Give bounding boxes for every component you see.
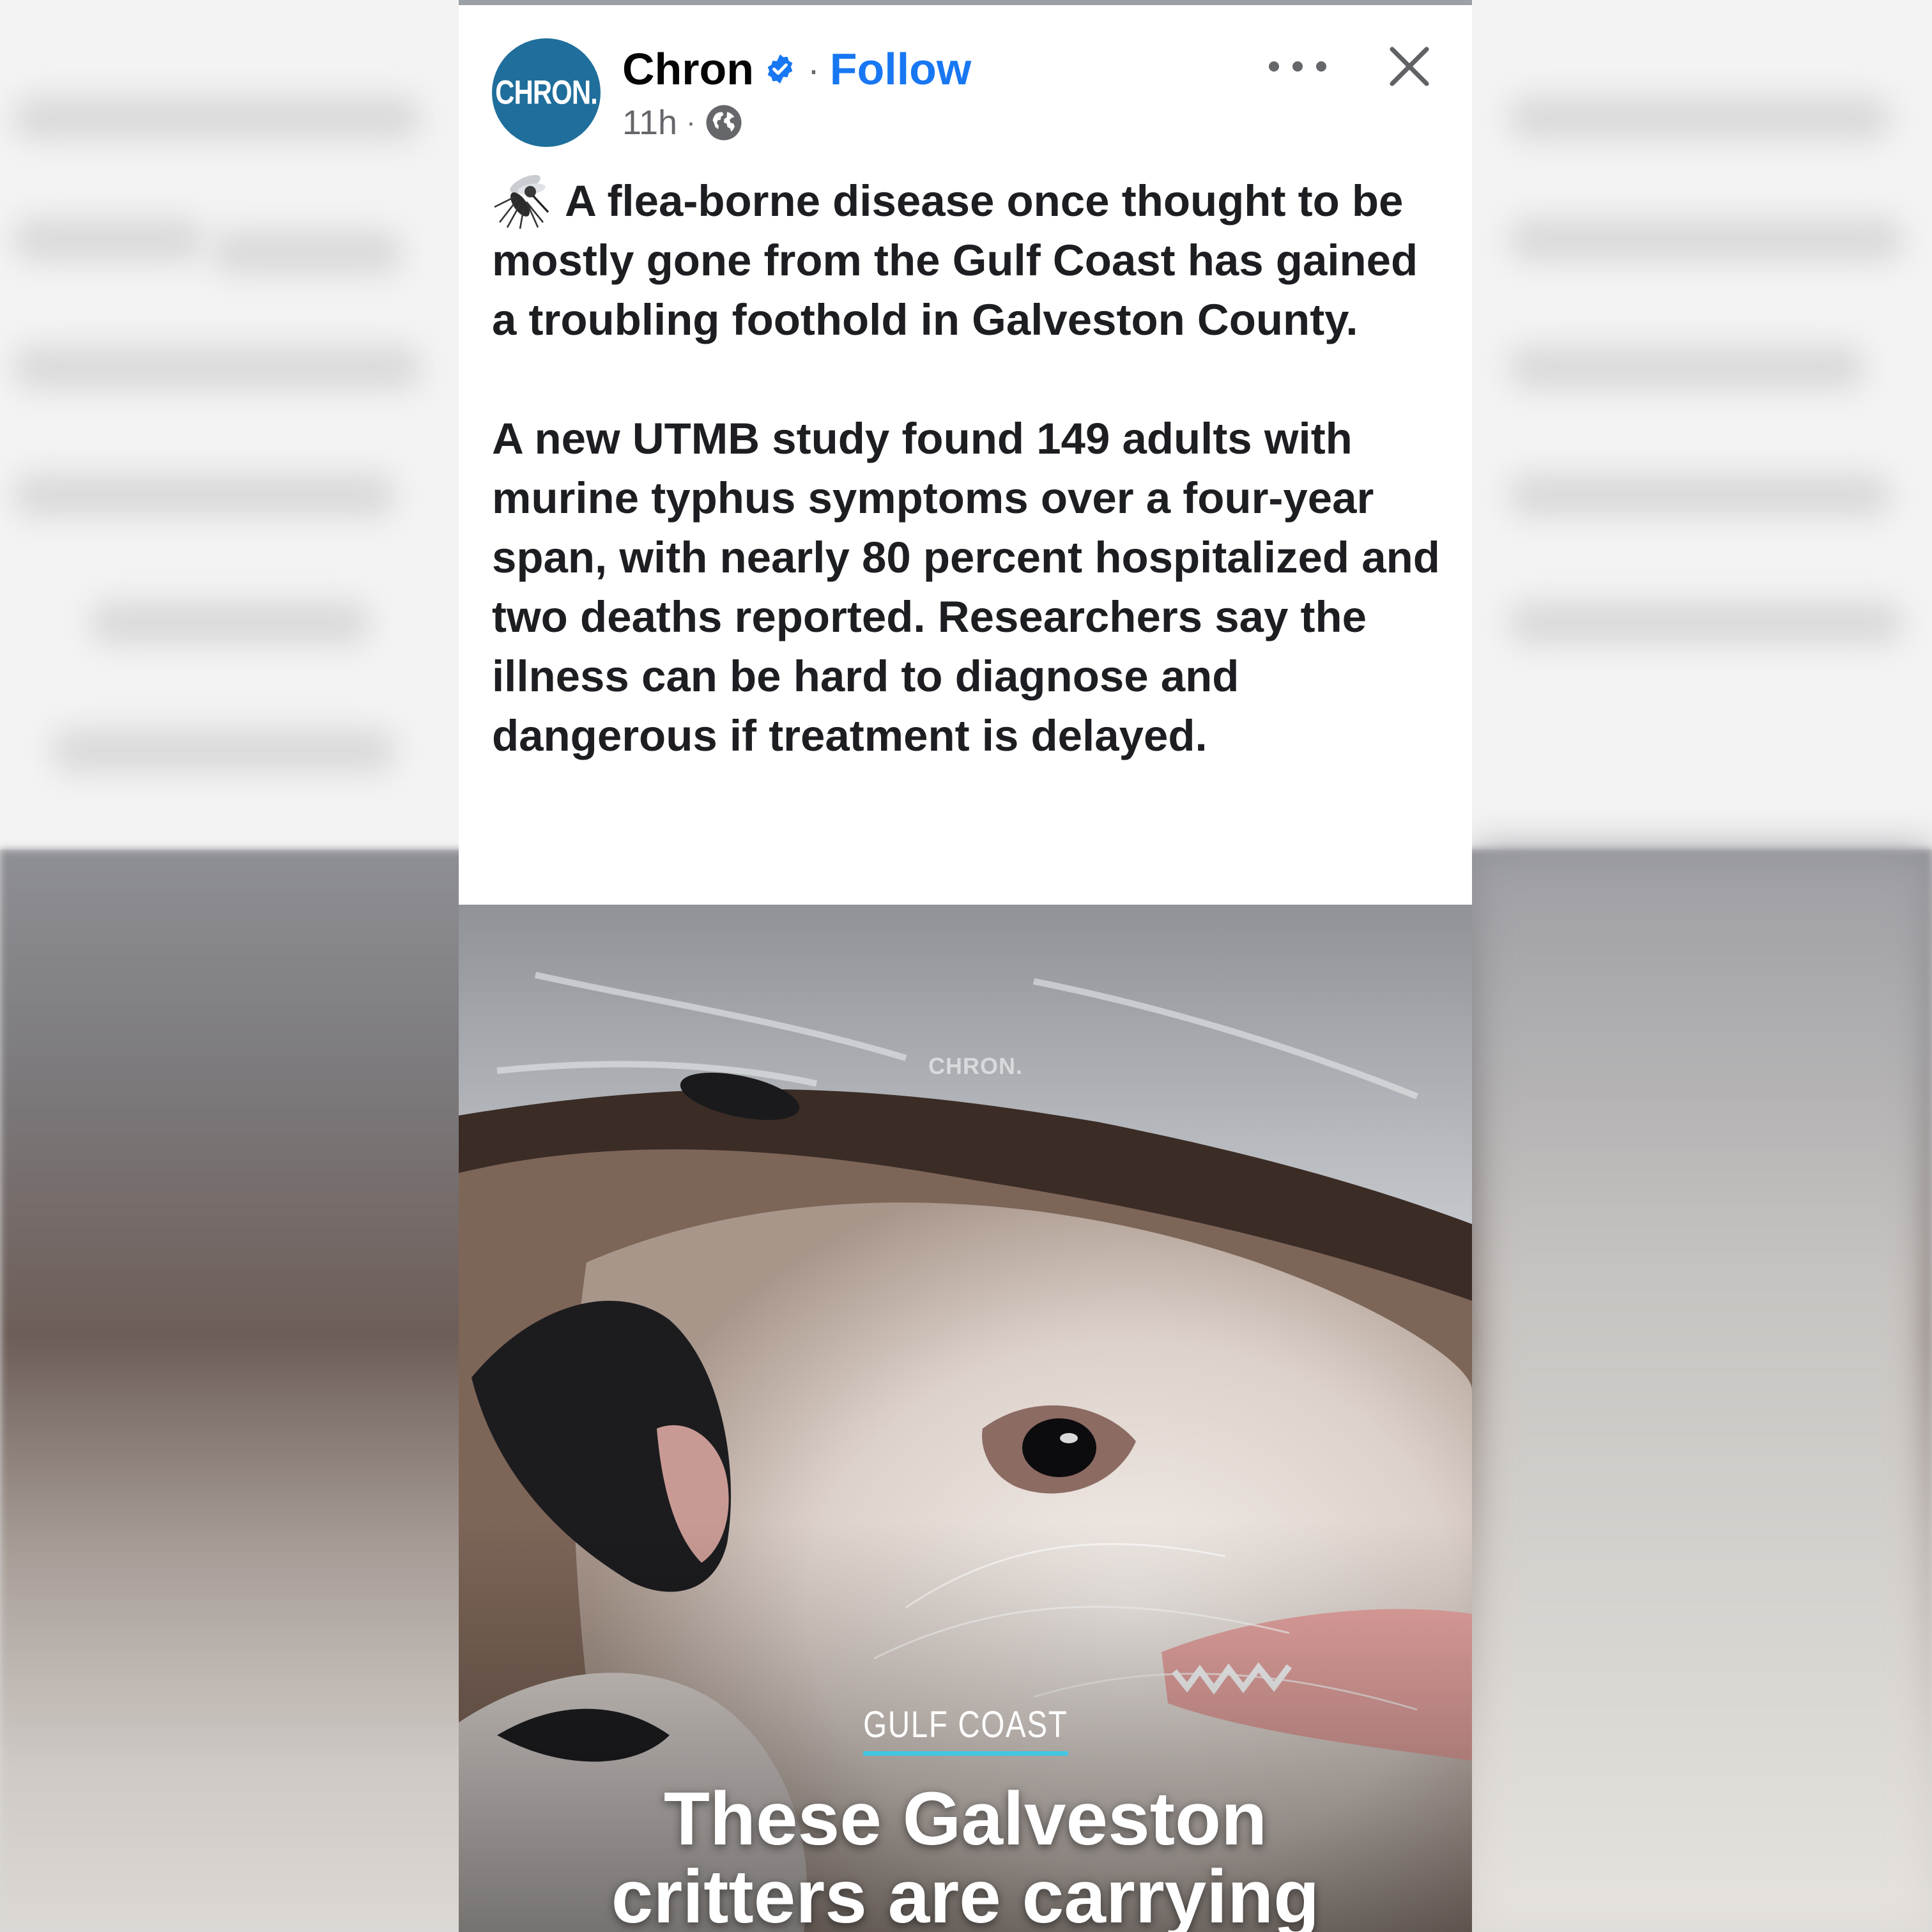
image-headline: These Galveston critters are carrying — [459, 1780, 1472, 1932]
post-header: Chron · Follow — [622, 40, 971, 98]
blurred-text-line — [51, 728, 396, 773]
blurred-text-line — [13, 345, 422, 390]
image-watermark: CHRON. — [928, 1053, 1023, 1079]
post-card: CHRON. Chron · Follow 11h · A flea-borne… — [459, 0, 1472, 1932]
more-dot — [1269, 61, 1279, 72]
more-dot — [1316, 61, 1326, 72]
blurred-text-line — [13, 96, 422, 141]
blurred-text-line — [13, 217, 204, 262]
more-dot — [1292, 61, 1303, 72]
image-headline-line-2: critters are carrying — [611, 1855, 1320, 1932]
blurred-text-line — [89, 601, 371, 645]
mosquito-icon — [494, 174, 549, 229]
blurred-background-photo-right — [1472, 850, 1932, 1932]
blurred-text-line — [1508, 96, 1891, 141]
header-separator: · — [808, 49, 820, 89]
post-paragraph-1: A flea-borne disease once thought to be … — [492, 171, 1450, 349]
image-kicker-text: GULF COAST — [862, 1703, 1068, 1756]
blurred-text-line — [211, 230, 402, 275]
post-image[interactable]: CHRON. GULF COAST These Galveston critte… — [459, 905, 1472, 1932]
blurred-text-line — [1508, 473, 1891, 518]
verified-badge-icon — [767, 54, 793, 84]
more-options-button[interactable] — [1269, 46, 1326, 87]
post-paragraph-2: A new UTMB study found 149 adults with m… — [492, 414, 1440, 760]
image-kicker: GULF COAST — [459, 1703, 1472, 1756]
page-name[interactable]: Chron — [622, 43, 754, 95]
page-avatar[interactable]: CHRON. — [492, 38, 601, 147]
follow-button[interactable]: Follow — [830, 43, 972, 95]
avatar-logo-text: CHRON. — [495, 73, 598, 111]
globe-icon[interactable] — [705, 103, 743, 142]
blurred-text-line — [13, 473, 396, 518]
post-timestamp[interactable]: 11h — [622, 103, 677, 142]
blurred-text-line — [1508, 345, 1866, 390]
image-headline-line-1: These Galveston — [663, 1777, 1268, 1861]
post-meta: 11h · — [622, 100, 743, 146]
meta-separator: · — [686, 107, 696, 138]
post-body: A flea-borne disease once thought to be … — [492, 171, 1450, 765]
blurred-text-line — [1508, 217, 1904, 262]
post-paragraph-1-text: A flea-borne disease once thought to be … — [492, 176, 1418, 344]
blurred-text-line — [1508, 601, 1904, 645]
close-icon[interactable] — [1386, 43, 1432, 89]
card-top-divider — [459, 0, 1472, 5]
